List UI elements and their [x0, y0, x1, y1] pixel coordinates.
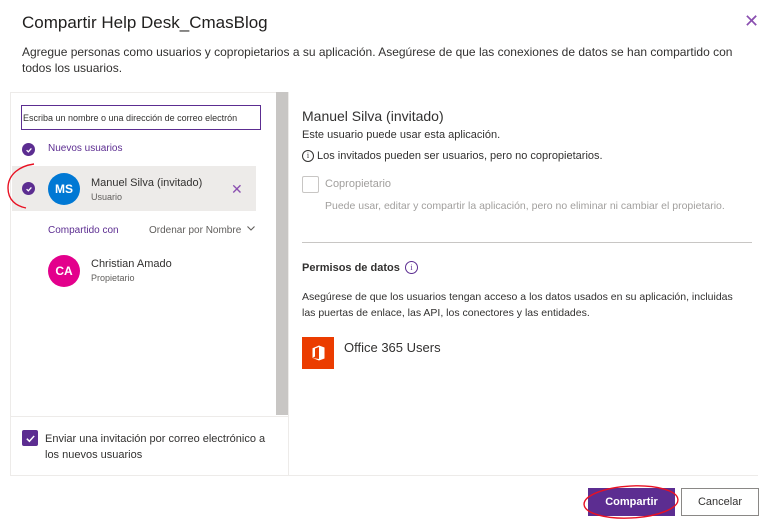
footer-divider	[10, 475, 758, 476]
guest-info-text: Los invitados pueden ser usuarios, pero …	[317, 150, 603, 162]
user-role: Propietario	[91, 273, 135, 283]
left-panel-bottom-border	[10, 416, 288, 417]
left-panel-left-border	[10, 92, 11, 475]
invite-email-label: Enviar una invitación por correo electró…	[45, 433, 266, 461]
coowner-checkbox[interactable]	[302, 176, 319, 193]
left-panel-scrollbar[interactable]	[276, 92, 288, 415]
chevron-down-icon[interactable]	[246, 223, 256, 233]
panel-divider	[288, 92, 289, 475]
new-users-heading: Nuevos usuarios	[48, 143, 123, 154]
close-icon[interactable]: ✕	[744, 12, 759, 30]
sort-dropdown[interactable]: Ordenar por Nombre	[149, 225, 241, 236]
user-name: Manuel Silva (invitado)	[91, 177, 203, 189]
cancel-button[interactable]: Cancelar	[681, 488, 759, 516]
invite-email-checkbox[interactable]	[22, 430, 38, 446]
info-icon: i	[302, 150, 314, 162]
data-permissions-heading: Permisos de datos	[302, 262, 400, 274]
left-panel-top-border	[10, 92, 288, 93]
data-permissions-description: Asegúrese de que los usuarios tengan acc…	[302, 291, 733, 319]
connector-name: Office 365 Users	[344, 340, 441, 355]
share-button[interactable]: Compartir	[588, 488, 675, 516]
dialog-description: Agregue personas como usuarios y copropi…	[22, 45, 733, 75]
checkmark-circle-icon	[22, 143, 35, 156]
remove-user-icon[interactable]: ✕	[231, 181, 243, 198]
coowner-description: Puede usar, editar y compartir la aplica…	[325, 200, 725, 212]
user-name: Christian Amado	[91, 258, 172, 270]
section-divider	[302, 242, 752, 243]
coowner-label: Copropietario	[325, 178, 392, 190]
info-icon[interactable]: i	[405, 261, 418, 274]
selected-user-title: Manuel Silva (invitado)	[302, 108, 444, 124]
people-search-input[interactable]	[21, 105, 261, 130]
avatar: MS	[48, 173, 80, 205]
avatar: CA	[48, 255, 80, 287]
user-role: Usuario	[91, 192, 123, 202]
checkmark-circle-icon	[22, 182, 35, 195]
office-icon	[302, 337, 334, 369]
selected-user-subtitle: Este usuario puede usar esta aplicación.	[302, 129, 501, 141]
dialog-title: Compartir Help Desk_CmasBlog	[22, 13, 268, 32]
shared-with-heading: Compartido con	[48, 225, 119, 236]
